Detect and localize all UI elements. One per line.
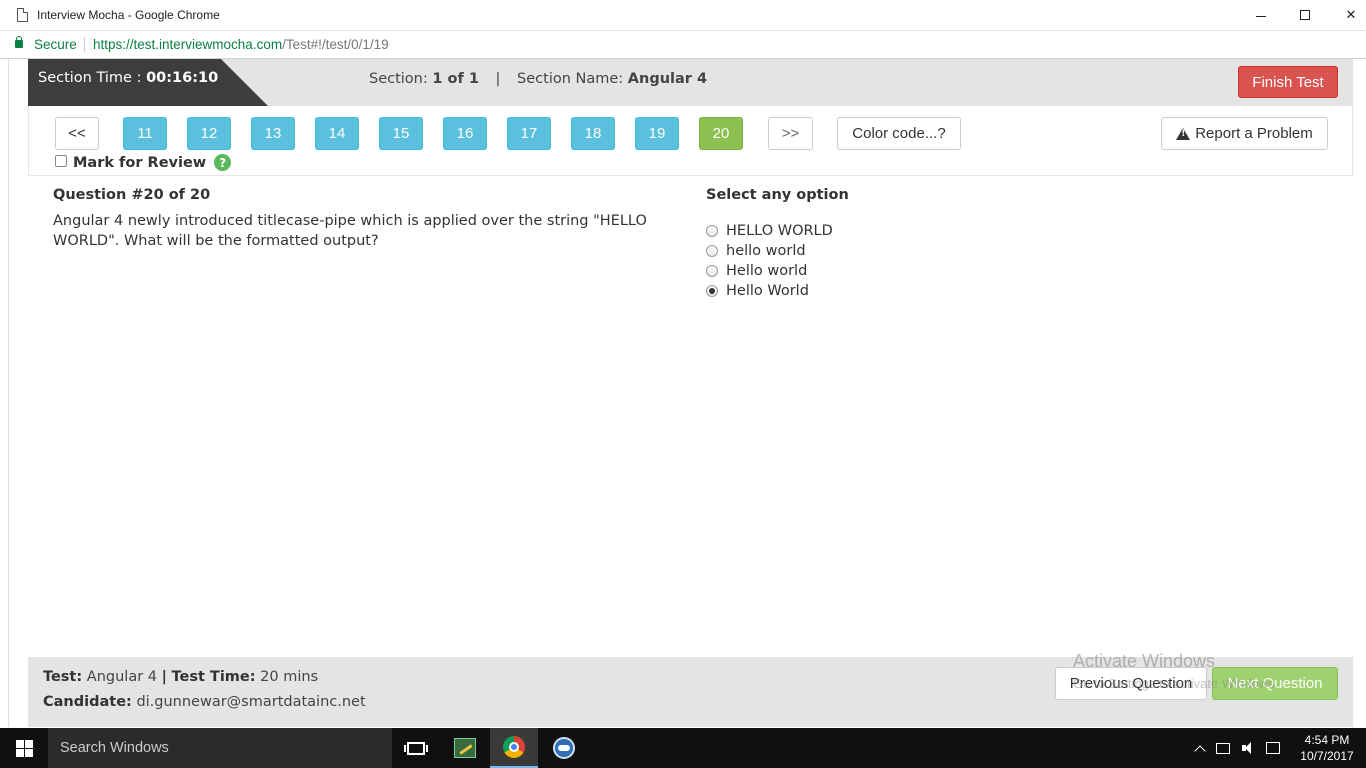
section-timer: Section Time : 00:16:10 <box>28 59 268 106</box>
tools-icon <box>454 738 476 758</box>
finish-test-button[interactable]: Finish Test <box>1238 66 1338 98</box>
mark-review-label[interactable]: Mark for Review <box>73 155 206 171</box>
start-button[interactable] <box>0 728 48 768</box>
test-value: Angular 4 <box>86 669 157 685</box>
option-item-selected[interactable]: Hello World <box>706 281 833 301</box>
mark-for-review[interactable]: Mark for Review ? <box>55 154 232 171</box>
lock-icon <box>15 36 23 48</box>
address-divider <box>84 37 85 52</box>
url-host: https://test.interviewmocha.com <box>93 37 283 52</box>
question-button-11[interactable]: 11 <box>123 117 167 150</box>
prev-page-button[interactable]: << <box>55 117 99 150</box>
question-button-12[interactable]: 12 <box>187 117 231 150</box>
url-path: /Test#!/test/0/1/19 <box>282 37 389 52</box>
clock-time: 4:54 PM <box>1304 733 1350 747</box>
question-nav-panel: << 11 12 13 14 15 16 17 18 19 20 >> Colo… <box>28 106 1353 176</box>
option-item[interactable]: hello world <box>706 241 833 261</box>
minimize-button[interactable] <box>1238 0 1284 30</box>
option-label[interactable]: Hello world <box>726 263 807 279</box>
test-info: Test: Angular 4 | Test Time: 20 mins <box>43 669 318 685</box>
question-text: Angular 4 newly introduced titlecase-pip… <box>53 213 647 249</box>
section-info: Section: 1 of 1 | Section Name: Angular … <box>369 71 707 87</box>
chevron-up-icon[interactable] <box>1194 744 1206 757</box>
warning-icon <box>1176 127 1191 140</box>
help-icon[interactable]: ? <box>214 154 232 171</box>
secure-label[interactable]: Secure <box>34 37 77 52</box>
maximize-button[interactable] <box>1282 0 1328 30</box>
window-title: Interview Mocha - Google Chrome <box>37 8 220 22</box>
system-tray <box>1194 728 1280 768</box>
activate-windows-subtext: Go to Settings to activate Windows. <box>1073 676 1279 691</box>
options-list: HELLO WORLD hello world Hello world Hell… <box>706 221 833 301</box>
app-icon <box>553 737 575 759</box>
option-radio[interactable] <box>706 245 718 257</box>
section-name-value: Angular 4 <box>627 71 708 87</box>
section-divider: | <box>495 71 501 87</box>
question-button-13[interactable]: 13 <box>251 117 295 150</box>
question-button-17[interactable]: 17 <box>507 117 551 150</box>
notifications-icon[interactable] <box>1266 742 1280 754</box>
windows-taskbar: Search Windows 4:54 PM 10/7/2017 <box>0 728 1366 768</box>
option-radio[interactable] <box>706 265 718 277</box>
task-view-icon <box>404 741 428 755</box>
question-button-19[interactable]: 19 <box>635 117 679 150</box>
taskbar-clock[interactable]: 4:54 PM 10/7/2017 <box>1296 732 1358 764</box>
taskbar-tools-app[interactable] <box>441 728 489 768</box>
taskbar-app[interactable] <box>540 728 588 768</box>
url-text[interactable]: https://test.interviewmocha.com/Test#!/t… <box>93 37 389 52</box>
page-icon <box>17 8 28 22</box>
question-button-16[interactable]: 16 <box>443 117 487 150</box>
option-radio-selected[interactable] <box>706 285 718 297</box>
footer-divider: | <box>161 669 167 685</box>
mark-review-checkbox[interactable] <box>55 154 67 167</box>
candidate-info: Candidate: di.gunnewar@smartdatainc.net <box>43 694 366 710</box>
section-header: Section Time : 00:16:10 Section: 1 of 1 … <box>28 59 1353 106</box>
option-item[interactable]: Hello world <box>706 261 833 281</box>
options-heading: Select any option <box>706 187 849 203</box>
taskbar-search[interactable]: Search Windows <box>48 728 392 768</box>
question-button-14[interactable]: 14 <box>315 117 359 150</box>
report-problem-button[interactable]: Report a Problem <box>1161 117 1328 150</box>
task-view-button[interactable] <box>392 728 440 768</box>
option-label[interactable]: HELLO WORLD <box>726 223 833 239</box>
section-label: Section: <box>369 71 428 87</box>
section-value: 1 of 1 <box>432 71 479 87</box>
section-name-label: Section Name: <box>517 71 624 87</box>
address-bar[interactable]: Secure https://test.interviewmocha.com/T… <box>0 31 1366 59</box>
option-label[interactable]: hello world <box>726 243 806 259</box>
windows-logo-icon <box>15 739 33 757</box>
maximize-icon <box>1300 10 1310 20</box>
candidate-label: Candidate: <box>43 694 132 710</box>
close-icon: ✕ <box>1345 7 1357 23</box>
test-label: Test: <box>43 669 83 685</box>
section-time-label: Section Time : <box>38 70 142 86</box>
window-edge <box>8 59 9 727</box>
test-time-value: 20 mins <box>260 669 319 685</box>
test-time-label: Test Time: <box>171 669 256 685</box>
option-radio[interactable] <box>706 225 718 237</box>
next-page-button[interactable]: >> <box>768 117 813 150</box>
question-button-20-current[interactable]: 20 <box>699 117 743 150</box>
minimize-icon <box>1256 15 1266 17</box>
activate-windows-watermark: Activate Windows <box>1073 651 1216 671</box>
browser-title-bar: Interview Mocha - Google Chrome ✕ <box>0 0 1366 31</box>
section-time-value: 00:16:10 <box>146 70 219 86</box>
candidate-value: di.gunnewar@smartdatainc.net <box>136 694 366 710</box>
network-icon[interactable] <box>1216 742 1230 754</box>
option-item[interactable]: HELLO WORLD <box>706 221 833 241</box>
chrome-icon <box>503 736 525 758</box>
color-code-button[interactable]: Color code...? <box>837 117 961 150</box>
close-button[interactable]: ✕ <box>1328 0 1366 30</box>
taskbar-chrome-app[interactable] <box>490 728 538 768</box>
question-title: Question #20 of 20 <box>53 187 211 203</box>
clock-date: 10/7/2017 <box>1300 749 1354 763</box>
report-problem-label: Report a Problem <box>1195 125 1313 142</box>
question-button-15[interactable]: 15 <box>379 117 423 150</box>
volume-muted-icon[interactable] <box>1242 742 1254 754</box>
option-label[interactable]: Hello World <box>726 283 809 299</box>
question-button-18[interactable]: 18 <box>571 117 615 150</box>
